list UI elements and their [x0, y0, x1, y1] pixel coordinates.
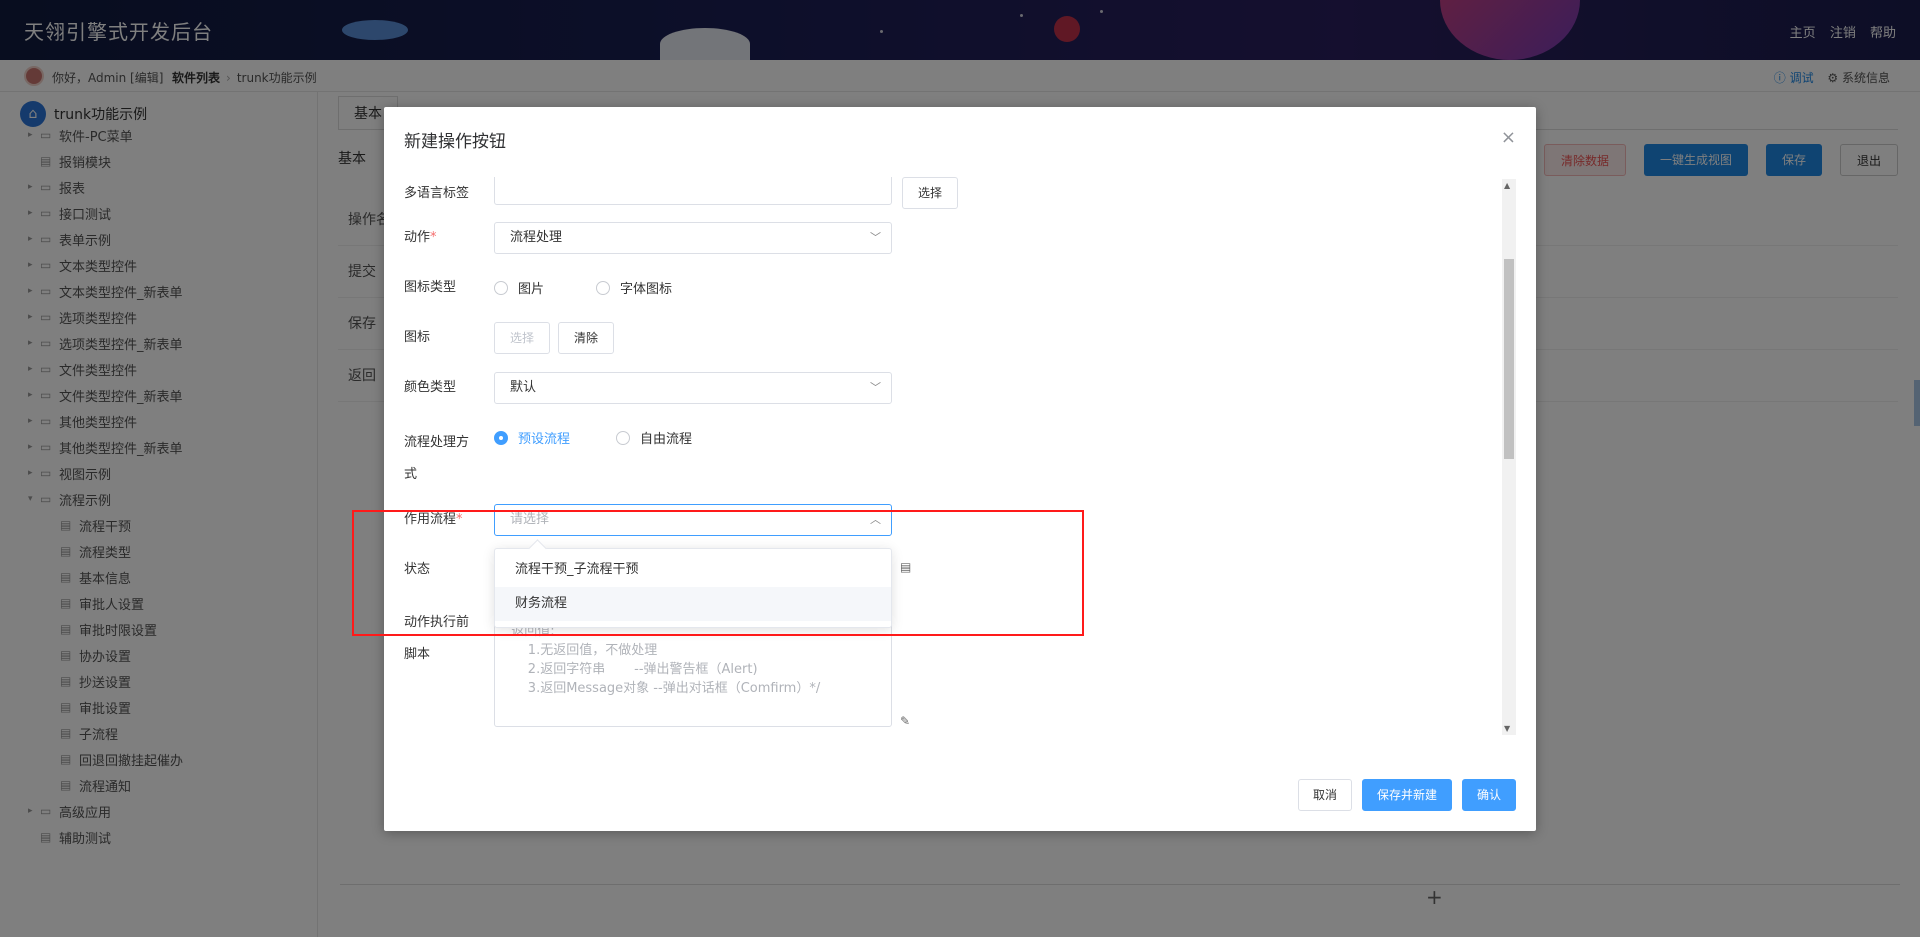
- dialog-footer: 取消 保存并新建 确认: [1297, 779, 1516, 811]
- flow-mode-label: 流程处理方式: [404, 435, 470, 482]
- color-type-label: 颜色类型: [404, 380, 457, 395]
- radio-dot-checked: [494, 430, 508, 445]
- confirm-button[interactable]: 确认: [1461, 779, 1516, 811]
- radio-free-flow-label: 自由流程: [640, 432, 693, 447]
- radio-dot: [616, 430, 630, 445]
- dialog-body: 多语言标签 选择 动作* 流程处理 ﹀ 图标类型 图片 字体图标 图标 选择 清…: [404, 177, 1484, 737]
- new-action-button-dialog: 新建操作按钮 × 多语言标签 选择 动作* 流程处理 ﹀ 图标类型 图片 字体图…: [384, 107, 1536, 831]
- radio-preset-flow[interactable]: 预设流程: [494, 428, 570, 447]
- icon-clear-button[interactable]: 清除: [558, 322, 614, 354]
- color-type-select[interactable]: 默认 ﹀: [494, 372, 892, 404]
- scroll-down-icon[interactable]: ▼: [1504, 724, 1510, 733]
- i18n-input[interactable]: [494, 177, 892, 205]
- radio-image[interactable]: 图片: [494, 278, 544, 297]
- icon-type-label: 图标类型: [404, 280, 457, 295]
- chevron-down-icon: ﹀: [870, 381, 881, 394]
- i18n-select-button[interactable]: 选择: [902, 177, 958, 209]
- highlight-box: [352, 510, 1084, 636]
- i18n-label: 多语言标签: [404, 186, 470, 201]
- save-and-new-button[interactable]: 保存并新建: [1361, 779, 1452, 811]
- required-mark: *: [430, 230, 437, 245]
- radio-dot: [596, 280, 610, 295]
- dialog-title: 新建操作按钮: [404, 132, 506, 152]
- radio-dot: [494, 280, 508, 295]
- action-label-text: 动作: [404, 230, 431, 245]
- radio-font-icon[interactable]: 字体图标: [596, 278, 672, 297]
- cancel-button[interactable]: 取消: [1297, 779, 1352, 811]
- radio-free-flow[interactable]: 自由流程: [616, 428, 692, 447]
- icon-label: 图标: [404, 330, 431, 345]
- scroll-up-icon[interactable]: ▲: [1504, 181, 1510, 190]
- close-icon[interactable]: ×: [1501, 127, 1516, 148]
- chevron-down-icon: ﹀: [870, 231, 881, 244]
- scroll-thumb[interactable]: [1504, 259, 1514, 459]
- icon-select-button: 选择: [494, 322, 550, 354]
- action-select[interactable]: 流程处理 ﹀: [494, 222, 892, 254]
- edit-icon[interactable]: ✎: [900, 714, 910, 728]
- radio-font-icon-label: 字体图标: [620, 282, 673, 297]
- action-select-value: 流程处理: [510, 230, 563, 245]
- dialog-scrollbar[interactable]: ▲ ▼: [1502, 179, 1516, 735]
- color-type-value: 默认: [510, 380, 537, 395]
- action-label: 动作*: [404, 227, 484, 249]
- radio-image-label: 图片: [518, 282, 545, 297]
- radio-preset-flow-label: 预设流程: [518, 432, 571, 447]
